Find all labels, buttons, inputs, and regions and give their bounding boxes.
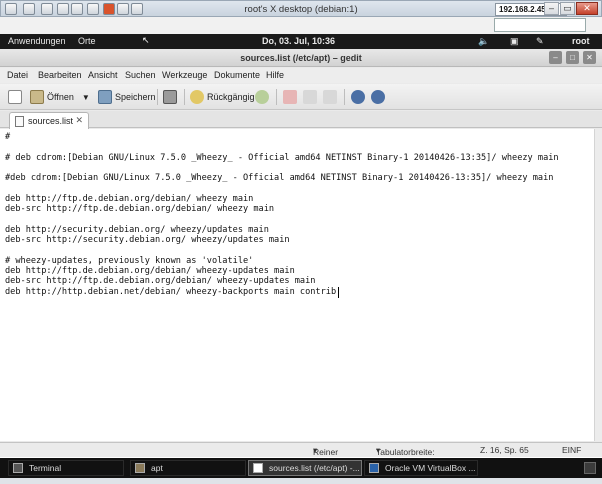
gedit-maximize-button[interactable]: □ (566, 51, 579, 64)
gedit-window: sources.list (/etc/apt) – gedit – □ ✕ Da… (0, 49, 602, 467)
text-editor-icon (253, 463, 263, 473)
copy-icon (303, 90, 317, 104)
menu-suchen[interactable]: Suchen (125, 70, 156, 80)
insert-mode: EINF (562, 445, 582, 455)
undo-icon (190, 90, 204, 104)
clock[interactable]: Do, 03. Jul, 10:36 (262, 36, 335, 46)
tab-bar: sources.list ✕ (0, 111, 602, 129)
replace-button[interactable] (371, 89, 388, 105)
redo-button[interactable] (255, 89, 272, 105)
applications-menu[interactable]: Anwendungen (8, 36, 66, 46)
code-line[interactable]: deb http://security.debian.org/ wheezy/u… (5, 225, 269, 235)
code-line[interactable]: deb-src http://ftp.de.debian.org/debian/… (5, 276, 315, 286)
copy-button[interactable] (303, 89, 320, 105)
open-button[interactable]: Öffnen ▼ (30, 89, 90, 105)
vertical-scrollbar[interactable] (594, 129, 602, 441)
redo-icon (255, 90, 269, 104)
toolbar: Öffnen ▼ Speichern Rückgängig (0, 84, 602, 110)
volume-icon[interactable]: 🔈 (478, 36, 489, 47)
folder-icon (30, 90, 44, 104)
menu-dokumente[interactable]: Dokumente (214, 70, 260, 80)
code-line[interactable]: # (5, 132, 10, 142)
code-line[interactable]: deb-src http://security.debian.org/ whee… (5, 235, 290, 245)
code-line[interactable]: deb http://ftp.de.debian.org/debian/ whe… (5, 194, 253, 204)
code-line[interactable]: deb-src http://ftp.de.debian.org/debian/… (5, 204, 274, 214)
cut-button[interactable] (283, 89, 300, 105)
menu-ansicht[interactable]: Ansicht (88, 70, 118, 80)
menu-hilfe[interactable]: Hilfe (266, 70, 284, 80)
tab-label: sources.list (28, 116, 74, 126)
print-button[interactable] (163, 89, 180, 105)
new-document-button[interactable] (8, 89, 25, 105)
menu-datei[interactable]: Datei (7, 70, 28, 80)
task-terminal[interactable]: Terminal (8, 460, 124, 476)
gedit-close-button[interactable]: ✕ (583, 51, 596, 64)
gedit-title: sources.list (/etc/apt) – gedit (240, 53, 362, 63)
menubar: Datei Bearbeiten Ansicht Suchen Werkzeug… (0, 68, 602, 83)
document-icon (15, 116, 24, 127)
new-document-icon (8, 90, 22, 104)
close-tab-icon[interactable]: ✕ (75, 115, 83, 126)
open-label: Öffnen (47, 92, 74, 102)
virtualbox-icon (369, 463, 379, 473)
code-line[interactable]: deb http://http.debian.net/debian/ wheez… (5, 287, 336, 297)
syntax-selector[interactable]: Reiner Text ▾ (313, 445, 338, 467)
statusbar: Reiner Text ▾ Tabulatorbreite: 8 ▾ Z. 16… (0, 442, 602, 467)
task-virtualbox[interactable]: Oracle VM VirtualBox ... (364, 460, 478, 476)
search-button[interactable] (351, 89, 368, 105)
task-apt[interactable]: apt (130, 460, 246, 476)
cut-icon (283, 90, 297, 104)
vnc-toolbar: root's X desktop (debian:1) 192.168.2.45… (0, 0, 602, 17)
save-icon (98, 90, 112, 104)
undo-button[interactable]: Rückgängig (190, 89, 255, 105)
code-line[interactable]: #deb cdrom:[Debian GNU/Linux 7.5.0 _Whee… (5, 173, 553, 183)
chevron-down-icon[interactable]: ▼ (82, 93, 90, 102)
accessibility-icon[interactable]: ✎ (536, 36, 544, 47)
user-menu[interactable]: root (572, 36, 590, 46)
search-icon (351, 90, 365, 104)
tab-sources-list[interactable]: sources.list ✕ (9, 112, 89, 129)
workspace-switcher[interactable] (584, 462, 596, 474)
task-gedit[interactable]: sources.list (/etc/apt) -... (248, 460, 362, 476)
network-icon[interactable]: ▣ (510, 36, 519, 47)
code-line[interactable]: # wheezy-updates, previously known as 'v… (5, 256, 253, 266)
code-line[interactable]: # deb cdrom:[Debian GNU/Linux 7.5.0 _Whe… (5, 153, 559, 163)
paste-button[interactable] (323, 89, 340, 105)
close-button[interactable]: ✕ (576, 2, 598, 15)
paste-icon (323, 90, 337, 104)
text-cursor (337, 286, 339, 298)
save-label: Speichern (115, 92, 156, 102)
code-line[interactable]: deb http://ftp.de.debian.org/debian/ whe… (5, 266, 295, 276)
print-icon (163, 90, 177, 104)
minimize-button[interactable]: – (544, 2, 559, 15)
folder-icon (135, 463, 145, 473)
tab-width-selector[interactable]: Tabulatorbreite: 8 ▾ (376, 445, 435, 467)
mouse-pointer-icon: ↖ (142, 35, 150, 45)
bottom-strip (0, 478, 602, 484)
places-menu[interactable]: Orte (78, 36, 96, 46)
address-combobox[interactable] (494, 18, 586, 32)
replace-icon (371, 90, 385, 104)
taskbar: Terminal apt sources.list (/etc/apt) -..… (0, 458, 602, 478)
terminal-icon (13, 463, 23, 473)
gedit-minimize-button[interactable]: – (549, 51, 562, 64)
gnome-panel: Anwendungen Orte ↖ Do, 03. Jul, 10:36 🔈 … (0, 34, 602, 49)
maximize-button[interactable]: ▭ (560, 2, 575, 15)
save-button[interactable]: Speichern (98, 89, 156, 105)
gedit-titlebar[interactable]: sources.list (/etc/apt) – gedit – □ ✕ (0, 49, 602, 67)
undo-label: Rückgängig (207, 92, 255, 102)
menu-bearbeiten[interactable]: Bearbeiten (38, 70, 82, 80)
menu-werkzeuge[interactable]: Werkzeuge (162, 70, 207, 80)
remote-top-margin (0, 17, 602, 34)
cursor-position: Z. 16, Sp. 65 (480, 445, 529, 455)
text-editor[interactable]: # # deb cdrom:[Debian GNU/Linux 7.5.0 _Wh… (0, 129, 594, 441)
